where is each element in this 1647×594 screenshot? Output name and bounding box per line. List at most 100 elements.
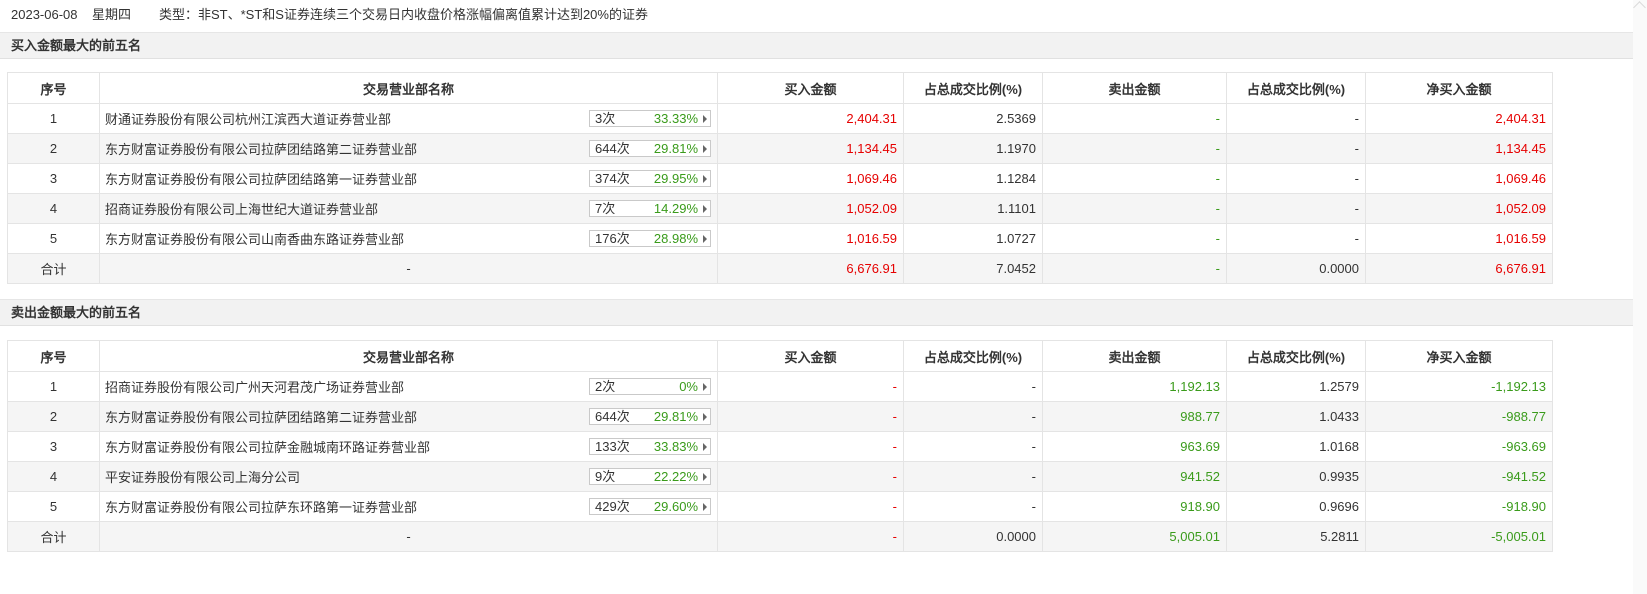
buy-section-title: 买入金额最大的前五名: [0, 33, 1633, 59]
chevron-right-icon[interactable]: [703, 145, 707, 153]
branch-stats-tag[interactable]: 3次 33.33%: [589, 110, 711, 127]
branch-name-cell: 东方财富证券股份有限公司拉萨团结路第二证券营业部 644次 29.81%: [99, 133, 718, 164]
row-index: 4: [7, 193, 100, 224]
win-rate: 14.29%: [653, 201, 698, 216]
listing-times: 176次: [595, 231, 630, 246]
buy-ratio: 1.1970: [903, 133, 1043, 164]
branch-name-cell: 招商证券股份有限公司上海世纪大道证券营业部 7次 14.29%: [99, 193, 718, 224]
row-index: 5: [7, 491, 100, 522]
net-buy-amount: 2,404.31: [1365, 103, 1553, 134]
total-name: -: [99, 521, 718, 552]
branch-stats-tag[interactable]: 429次 29.60%: [589, 498, 711, 515]
buy-amount: 1,134.45: [717, 133, 904, 164]
branch-name-link[interactable]: 招商证券股份有限公司上海世纪大道证券营业部: [105, 202, 378, 217]
chevron-right-icon[interactable]: [703, 383, 707, 391]
trade-date: 2023-06-08: [11, 7, 78, 22]
branch-stats-tag[interactable]: 644次 29.81%: [589, 140, 711, 157]
buy-ratio: 1.1101: [903, 193, 1043, 224]
total-buy-amount: 6,676.91: [717, 253, 904, 284]
branch-name-cell: 东方财富证券股份有限公司拉萨金融城南环路证券营业部 133次 33.83%: [99, 431, 718, 462]
sell-ratio: -: [1226, 133, 1366, 164]
col-header-sell-ratio: 占总成交比例(%): [1226, 72, 1366, 104]
branch-name-link[interactable]: 东方财富证券股份有限公司拉萨金融城南环路证券营业部: [105, 440, 430, 455]
branch-stats-tag[interactable]: 7次 14.29%: [589, 200, 711, 217]
col-header-buy-ratio: 占总成交比例(%): [903, 72, 1043, 104]
listing-times: 429次: [595, 499, 630, 514]
branch-stats-tag[interactable]: 374次 29.95%: [589, 170, 711, 187]
buy-amount: 2,404.31: [717, 103, 904, 134]
table-row: 1 财通证券股份有限公司杭州江滨西大道证券营业部 3次 33.33% 2,404.31 2…: [7, 103, 1553, 134]
branch-name-link[interactable]: 东方财富证券股份有限公司拉萨团结路第二证券营业部: [105, 142, 417, 157]
buy-ratio: -: [903, 371, 1043, 402]
table-row: 1 招商证券股份有限公司广州天河君茂广场证券营业部 2次 0% - -1,192.13 1.…: [7, 371, 1553, 402]
col-header-net-buy: 净买入金额: [1365, 72, 1553, 104]
sell-ratio: 0.9696: [1226, 491, 1366, 522]
branch-name-link[interactable]: 东方财富证券股份有限公司拉萨团结路第一证券营业部: [105, 172, 417, 187]
chevron-right-icon[interactable]: [703, 503, 707, 511]
win-rate: 28.98%: [653, 231, 698, 246]
sell-ratio: -: [1226, 193, 1366, 224]
buy-amount: -: [717, 371, 904, 402]
branch-name-cell: 平安证券股份有限公司上海分公司 9次 22.22%: [99, 461, 718, 492]
vertical-scrollbar[interactable]: [1633, 0, 1647, 594]
branch-name-cell: 财通证券股份有限公司杭州江滨西大道证券营业部 3次 33.33%: [99, 103, 718, 134]
chevron-right-icon[interactable]: [703, 115, 707, 123]
branch-name-cell: 东方财富证券股份有限公司拉萨团结路第一证券营业部 374次 29.95%: [99, 163, 718, 194]
table-row: 4 平安证券股份有限公司上海分公司 9次 22.22% - -941.52 0.9935 -9…: [7, 461, 1553, 492]
branch-name-cell: 东方财富证券股份有限公司拉萨团结路第二证券营业部 644次 29.81%: [99, 401, 718, 432]
chevron-right-icon[interactable]: [703, 413, 707, 421]
buy-top5-table: 序号 交易营业部名称 买入金额 占总成交比例(%) 卖出金额 占总成交比例(%)…: [7, 72, 1553, 284]
branch-name-link[interactable]: 招商证券股份有限公司广州天河君茂广场证券营业部: [105, 380, 404, 395]
listing-times: 644次: [595, 141, 630, 156]
branch-name-link[interactable]: 东方财富证券股份有限公司拉萨东环路第一证券营业部: [105, 500, 417, 515]
buy-ratio: -: [903, 431, 1043, 462]
branch-stats-tag[interactable]: 2次 0%: [589, 378, 711, 395]
branch-stats-tag[interactable]: 9次 22.22%: [589, 468, 711, 485]
chevron-right-icon[interactable]: [703, 205, 707, 213]
net-buy-amount: 1,069.46: [1365, 163, 1553, 194]
chevron-right-icon[interactable]: [703, 175, 707, 183]
listing-times: 3次: [595, 111, 616, 126]
buy-ratio: 1.0727: [903, 223, 1043, 254]
scroll-up-icon[interactable]: [1633, 1, 1646, 14]
branch-name-cell: 招商证券股份有限公司广州天河君茂广场证券营业部 2次 0%: [99, 371, 718, 402]
sell-top5-table: 序号 交易营业部名称 买入金额 占总成交比例(%) 卖出金额 占总成交比例(%)…: [7, 340, 1553, 552]
total-buy-ratio: 0.0000: [903, 521, 1043, 552]
buy-amount: -: [717, 401, 904, 432]
buy-ratio: 2.5369: [903, 103, 1043, 134]
type-description: 类型：非ST、*ST和S证券连续三个交易日内收盘价格涨幅偏离值累计达到20%的证…: [159, 7, 648, 22]
branch-name-link[interactable]: 平安证券股份有限公司上海分公司: [105, 470, 300, 485]
total-buy-amount: -: [717, 521, 904, 552]
branch-name-link[interactable]: 财通证券股份有限公司杭州江滨西大道证券营业部: [105, 112, 391, 127]
total-sell-ratio: 0.0000: [1226, 253, 1366, 284]
chevron-right-icon[interactable]: [703, 235, 707, 243]
buy-amount: 1,016.59: [717, 223, 904, 254]
row-index: 1: [7, 103, 100, 134]
col-header-branch-name: 交易营业部名称: [99, 72, 718, 104]
buy-ratio: 1.1284: [903, 163, 1043, 194]
buy-amount: -: [717, 431, 904, 462]
win-rate: 33.83%: [653, 439, 698, 454]
net-buy-amount: 1,016.59: [1365, 223, 1553, 254]
row-index: 2: [7, 401, 100, 432]
listing-times: 2次: [595, 379, 616, 394]
branch-stats-tag[interactable]: 644次 29.81%: [589, 408, 711, 425]
chevron-right-icon[interactable]: [703, 473, 707, 481]
chevron-right-icon[interactable]: [703, 443, 707, 451]
col-header-index: 序号: [7, 340, 100, 372]
sell-amount: 1,192.13: [1042, 371, 1227, 402]
table-row: 3 东方财富证券股份有限公司拉萨团结路第一证券营业部 374次 29.95% 1,069…: [7, 163, 1553, 194]
total-row: 合计 -6,676.91 7.0452-0.0000 6,676.91: [7, 253, 1553, 284]
row-index: 3: [7, 431, 100, 462]
branch-name-link[interactable]: 东方财富证券股份有限公司拉萨团结路第二证券营业部: [105, 410, 417, 425]
col-header-buy-amount: 买入金额: [717, 340, 904, 372]
col-header-index: 序号: [7, 72, 100, 104]
listing-times: 9次: [595, 469, 616, 484]
branch-name-link[interactable]: 东方财富证券股份有限公司山南香曲东路证券营业部: [105, 232, 404, 247]
total-buy-ratio: 7.0452: [903, 253, 1043, 284]
sell-amount: -: [1042, 193, 1227, 224]
branch-stats-tag[interactable]: 133次 33.83%: [589, 438, 711, 455]
total-sell-ratio: 5.2811: [1226, 521, 1366, 552]
row-index: 4: [7, 461, 100, 492]
branch-stats-tag[interactable]: 176次 28.98%: [589, 230, 711, 247]
